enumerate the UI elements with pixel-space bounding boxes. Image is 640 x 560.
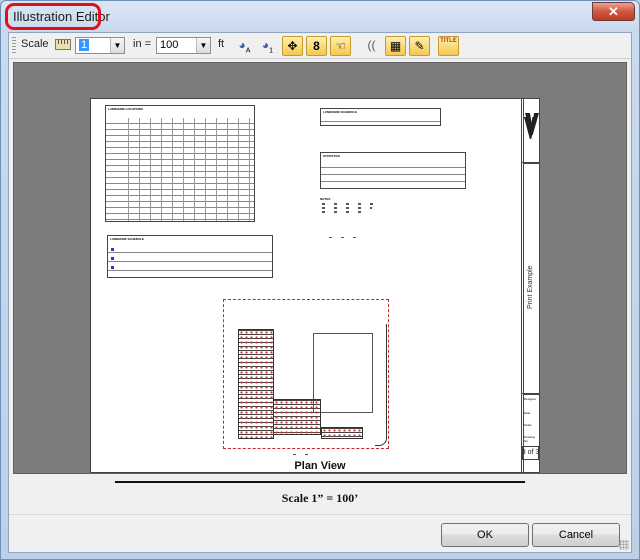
- scale-select-value: 1: [79, 39, 90, 51]
- ft-label: ft: [218, 38, 225, 50]
- table-title: LUMINAIRE SCHEDULE: [110, 237, 145, 241]
- table-rows: [321, 161, 465, 188]
- grid-icon[interactable]: ▦: [385, 36, 406, 56]
- ruler-icon: [55, 39, 71, 50]
- table-rows: [108, 244, 272, 277]
- title-block-icon[interactable]: TITLE: [438, 36, 459, 56]
- edit-icon[interactable]: ✎: [409, 36, 430, 56]
- table-title: STATISTICS: [323, 154, 341, 158]
- road-outline: [375, 324, 387, 446]
- move-arrows-icon[interactable]: ✥: [282, 36, 303, 56]
- luminaire-locations-table: LUMINAIRE LOCATIONS: [105, 105, 255, 222]
- scale-select[interactable]: 1 ▼: [75, 37, 125, 54]
- notes-title: NOTES: [320, 197, 331, 201]
- site-plan: [223, 299, 393, 455]
- resize-grip[interactable]: [619, 540, 629, 550]
- dialog-footer: OK Cancel: [9, 514, 631, 552]
- title-block-divider: [522, 393, 539, 394]
- table-title: LUMINAIRE SCHEDULE: [323, 110, 358, 114]
- color-1-icon[interactable]: ◕1: [257, 36, 278, 56]
- luminaire-schedule-table: LUMINAIRE SCHEDULE: [107, 235, 273, 278]
- scale-label: Scale: [21, 38, 49, 50]
- notes-block: NOTES: [320, 197, 390, 219]
- page-number: 3 of 3: [521, 449, 540, 456]
- building-outline: [313, 333, 373, 413]
- title-highlight-annotation: [5, 3, 101, 30]
- feet-select-value: 100: [160, 39, 179, 51]
- ok-button[interactable]: OK: [441, 523, 529, 547]
- parking-lot-fixtures: [321, 427, 363, 439]
- statistics-table: STATISTICS: [320, 152, 466, 189]
- chevron-down-icon[interactable]: ▼: [110, 38, 124, 53]
- table-title: LUMINAIRE LOCATIONS: [108, 107, 143, 111]
- cancel-button[interactable]: Cancel: [532, 523, 620, 547]
- curve-lines-icon[interactable]: ((: [361, 36, 382, 56]
- small-note-line: [329, 237, 359, 238]
- hand-icon[interactable]: ☜: [330, 36, 351, 56]
- parking-lot-fixtures: [273, 399, 321, 435]
- plan-view-underline: [115, 481, 525, 483]
- toolbar: Scale 1 ▼ in = 100 ▼ ft ◕A ◕1 ✥ 8 ☜ (( ▦…: [9, 33, 631, 59]
- title-block-icon-text: TITLE: [440, 38, 457, 44]
- number-8-icon[interactable]: 8: [306, 36, 327, 56]
- illustration-editor-window: Illustration Editor ✕ Scale 1 ▼ in = 100…: [0, 0, 640, 560]
- feet-select[interactable]: 100 ▼: [156, 37, 211, 54]
- print-preview-area[interactable]: LUMINAIRE LOCATIONS LUMINAIRE SCHEDULE L…: [13, 62, 627, 474]
- table-columns: [118, 118, 254, 221]
- parking-lot-fixtures: [238, 329, 274, 439]
- scale-caption: Scale 1” = 100’: [281, 491, 359, 505]
- fixture-symbols: [111, 248, 114, 274]
- toolbar-grip[interactable]: [12, 37, 16, 55]
- table-rows: [321, 116, 440, 125]
- note-line: [322, 207, 372, 209]
- luminaire-schedule-summary-table: LUMINAIRE SCHEDULE: [320, 108, 441, 126]
- in-label: in =: [133, 38, 152, 50]
- title-block-logo-cell: [522, 99, 539, 163]
- company-logo-icon: [524, 117, 537, 139]
- chevron-down-icon[interactable]: ▼: [196, 38, 210, 53]
- plan-view-label: Plan View: [294, 460, 346, 472]
- note-line: [322, 203, 377, 205]
- color-a-icon[interactable]: ◕A: [234, 36, 255, 56]
- dialog-client-area: Scale 1 ▼ in = 100 ▼ ft ◕A ◕1 ✥ 8 ☜ (( ▦…: [8, 32, 632, 553]
- title-bar[interactable]: Illustration Editor ✕: [1, 1, 639, 32]
- drawing-sheet: LUMINAIRE LOCATIONS LUMINAIRE SCHEDULE L…: [90, 98, 540, 473]
- close-button[interactable]: ✕: [592, 2, 635, 21]
- note-line: [322, 211, 367, 213]
- scale-bar: [293, 454, 313, 455]
